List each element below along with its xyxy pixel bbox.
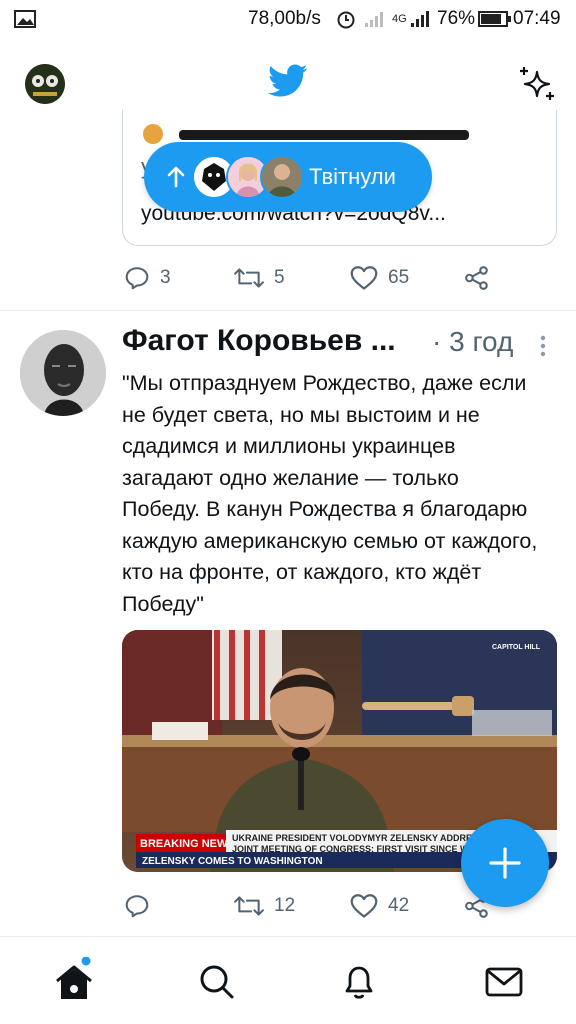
alarm-icon	[337, 11, 355, 29]
heart-icon	[350, 266, 378, 290]
retweet-button[interactable]: 5	[234, 258, 285, 298]
messages-icon	[485, 967, 523, 997]
capitol-hill-tag: CAPITOL HILL	[492, 644, 541, 651]
signal-weak-icon	[365, 12, 383, 27]
tweet-text: "Мы отпразднуем Рождество, даже если не …	[122, 371, 538, 616]
reply-icon	[125, 895, 149, 918]
retweet-count: 12	[274, 895, 296, 916]
like-button[interactable]: 42	[350, 886, 409, 926]
retweet-icon	[234, 268, 264, 288]
like-count: 42	[388, 895, 410, 916]
nav-search[interactable]	[192, 957, 242, 1007]
gallery-notification-icon	[14, 10, 36, 28]
reply-button[interactable]	[124, 886, 150, 926]
statue-avatar-icon	[20, 330, 106, 416]
tweet-divider	[0, 310, 576, 311]
tweet-timestamp: · 3 год	[432, 326, 514, 357]
reply-button[interactable]: 3	[124, 258, 171, 298]
notifications-icon	[345, 966, 373, 999]
more-options-icon[interactable]	[538, 334, 548, 358]
tweet-author-avatar[interactable]	[20, 330, 106, 416]
new-tweets-pill[interactable]: Твітнули	[144, 142, 432, 212]
share-icon	[465, 266, 488, 290]
battery-level: 76%	[437, 8, 476, 29]
network-type: 4G	[392, 13, 407, 25]
battery-icon	[478, 11, 511, 27]
nav-notifications[interactable]	[335, 957, 385, 1007]
nav-messages[interactable]	[479, 957, 529, 1007]
arrow-up-icon	[167, 166, 185, 188]
reply-count: 3	[160, 267, 171, 288]
compose-tweet-button[interactable]	[461, 819, 549, 907]
heart-icon	[350, 894, 378, 918]
retweet-icon	[234, 896, 264, 916]
profile-avatar[interactable]	[25, 64, 65, 104]
headline-line-1: UKRAINE PRESIDENT VOLODYMYR ZELENSKY ADD…	[232, 833, 496, 843]
search-icon	[200, 965, 234, 999]
tweet-actions: 12 42	[124, 886, 504, 926]
clock: 07:49	[513, 8, 561, 29]
like-count: 65	[388, 267, 410, 288]
bottom-navigation	[0, 936, 576, 1024]
breaking-news-label: BREAKING NEWS	[140, 838, 235, 850]
tweet-actions-previous: 3 5 65	[124, 258, 504, 298]
retweet-count: 5	[274, 267, 285, 288]
plus-icon	[489, 847, 521, 879]
home-icon	[56, 956, 92, 999]
sparkle-icon[interactable]	[518, 66, 556, 102]
retweet-button[interactable]: 12	[234, 886, 295, 926]
person-avatar-icon	[262, 157, 302, 197]
lower-third-caption: ZELENSKY COMES TO WASHINGTON	[142, 856, 323, 867]
pill-avatar-3	[260, 155, 304, 199]
like-button[interactable]: 65	[350, 258, 409, 298]
twitter-bird-icon[interactable]	[268, 64, 308, 98]
reply-icon	[125, 267, 149, 290]
signal-icon	[411, 11, 429, 27]
network-speed: 78,00b/s	[248, 8, 321, 29]
tweet-author-name[interactable]: Фагот Коровьев ...	[122, 324, 396, 358]
nav-home[interactable]	[50, 956, 100, 1007]
avatar-image-icon	[25, 64, 65, 104]
status-bar: 78,00b/s 4G 76% 07:49	[0, 0, 576, 38]
new-tweets-label: Твітнули	[309, 164, 396, 189]
share-button[interactable]	[464, 258, 490, 298]
